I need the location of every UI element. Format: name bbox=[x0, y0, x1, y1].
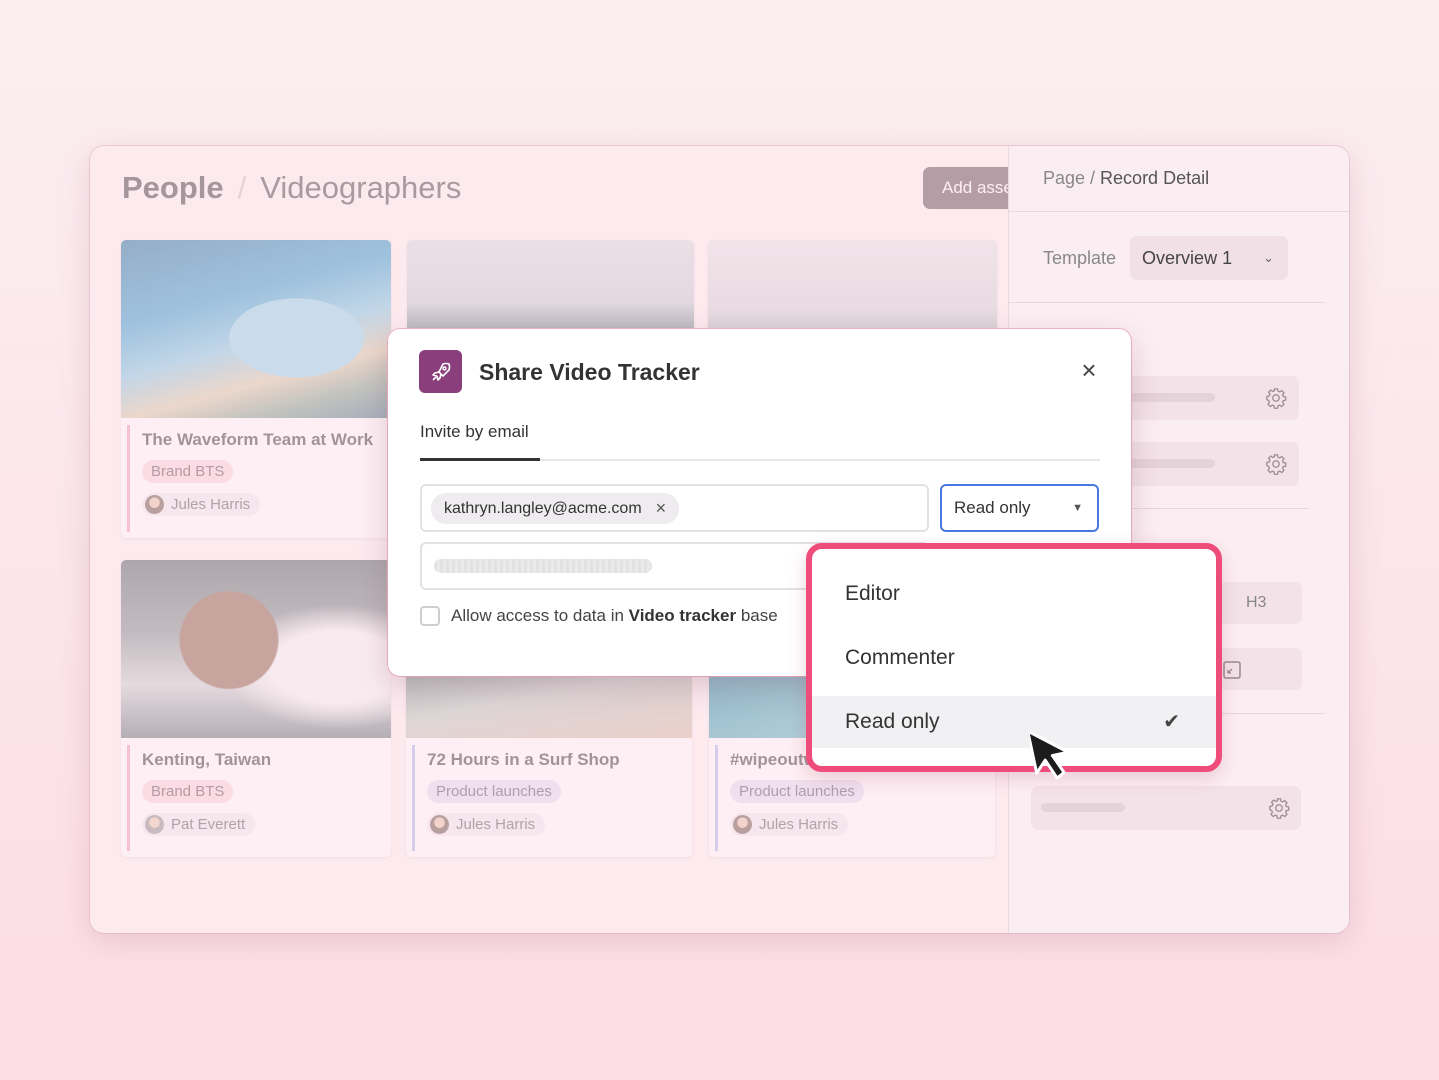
heading-3-icon: H3 bbox=[1246, 594, 1267, 611]
role-select-value: Read only bbox=[954, 498, 1031, 517]
gear-icon[interactable] bbox=[1265, 387, 1287, 409]
avatar bbox=[145, 815, 164, 834]
person-chip[interactable]: Jules Harris bbox=[142, 493, 261, 516]
card-info: The Waveform Team at Work Brand BTS Jule… bbox=[127, 425, 385, 532]
template-row: Template Overview 1 ⌄ bbox=[1043, 236, 1289, 280]
person-name: Jules Harris bbox=[759, 816, 839, 833]
allow-access-option: Allow access to data in Video tracker ba… bbox=[420, 606, 778, 626]
role-dropdown-menu: Editor Commenter Read only ✔ bbox=[806, 543, 1222, 772]
menu-item-label: Read only bbox=[845, 710, 940, 733]
divider bbox=[1009, 302, 1325, 303]
base-name: Video tracker bbox=[628, 606, 737, 625]
mouse-pointer-icon bbox=[1030, 729, 1070, 780]
allow-access-checkbox[interactable] bbox=[420, 606, 440, 626]
avatar bbox=[733, 815, 752, 834]
panel-breadcrumb: Page / Record Detail bbox=[1009, 146, 1349, 212]
check-icon: ✔ bbox=[1163, 711, 1180, 733]
card-title: The Waveform Team at Work bbox=[142, 430, 374, 449]
card-info: Kenting, Taiwan Brand BTS Pat Everett bbox=[127, 745, 385, 851]
breadcrumb-root[interactable]: People bbox=[122, 170, 224, 206]
category-tag: Product launches bbox=[427, 780, 561, 803]
category-tag: Brand BTS bbox=[142, 460, 234, 483]
page-title: Videographers bbox=[260, 170, 462, 205]
active-tab-indicator bbox=[420, 458, 540, 461]
template-value: Overview 1 bbox=[1142, 247, 1233, 268]
record-card[interactable]: Kenting, Taiwan Brand BTS Pat Everett bbox=[121, 560, 391, 857]
rocket-icon bbox=[419, 350, 462, 393]
category-tag: Brand BTS bbox=[142, 780, 234, 803]
gear-icon[interactable] bbox=[1268, 797, 1290, 819]
caret-down-icon: ▼ bbox=[1072, 502, 1083, 514]
email-chip-label: kathryn.langley@acme.com bbox=[444, 499, 642, 517]
email-chip: kathryn.langley@acme.com × bbox=[431, 493, 680, 524]
menu-item-editor[interactable]: Editor bbox=[812, 568, 1216, 620]
breadcrumb: People / Videographers bbox=[122, 170, 461, 206]
category-tag: Product launches bbox=[730, 780, 864, 803]
avatar bbox=[145, 495, 164, 514]
template-label: Template bbox=[1043, 247, 1117, 268]
chevron-down-icon: ⌄ bbox=[1263, 250, 1275, 265]
card-title: 72 Hours in a Surf Shop bbox=[427, 750, 620, 769]
panel-breadcrumb-title: Record Detail bbox=[1100, 168, 1210, 188]
card-image bbox=[121, 560, 391, 738]
person-name: Jules Harris bbox=[171, 496, 251, 513]
placeholder-bar bbox=[1129, 459, 1215, 468]
role-select[interactable]: Read only ▼ bbox=[940, 484, 1099, 532]
gear-icon[interactable] bbox=[1265, 453, 1287, 475]
allow-access-prefix: Allow access to data in bbox=[451, 606, 624, 625]
email-input[interactable]: kathryn.langley@acme.com × bbox=[420, 484, 929, 532]
placeholder-bar bbox=[1129, 393, 1215, 402]
template-select[interactable]: Overview 1 ⌄ bbox=[1130, 236, 1289, 280]
tab-invite-by-email[interactable]: Invite by email bbox=[420, 422, 529, 442]
breadcrumb-separator: / bbox=[237, 170, 247, 205]
card-image bbox=[121, 240, 391, 418]
close-icon[interactable]: × bbox=[1076, 357, 1102, 383]
panel-breadcrumb-prefix: Page / bbox=[1043, 168, 1101, 188]
expand-icon bbox=[1223, 661, 1241, 679]
person-name: Pat Everett bbox=[171, 816, 246, 833]
placeholder-bar bbox=[1041, 803, 1125, 812]
divider bbox=[1109, 508, 1309, 509]
card-title: Kenting, Taiwan bbox=[142, 750, 272, 769]
card-info: 72 Hours in a Surf Shop Product launches… bbox=[412, 745, 686, 851]
remove-email-icon[interactable]: × bbox=[656, 498, 667, 519]
person-chip[interactable]: Jules Harris bbox=[427, 813, 546, 836]
avatar bbox=[430, 815, 449, 834]
menu-item-commenter[interactable]: Commenter bbox=[812, 632, 1216, 684]
person-chip[interactable]: Pat Everett bbox=[142, 813, 256, 836]
allow-access-label: Allow access to data in Video tracker ba… bbox=[451, 606, 778, 626]
person-name: Jules Harris bbox=[456, 816, 536, 833]
placeholder-bar bbox=[434, 559, 652, 573]
record-card[interactable]: The Waveform Team at Work Brand BTS Jule… bbox=[121, 240, 391, 538]
menu-item-read-only[interactable]: Read only ✔ bbox=[812, 696, 1216, 748]
person-chip[interactable]: Jules Harris bbox=[730, 813, 849, 836]
allow-access-suffix: base bbox=[740, 606, 778, 625]
dialog-title: Share Video Tracker bbox=[479, 359, 700, 385]
